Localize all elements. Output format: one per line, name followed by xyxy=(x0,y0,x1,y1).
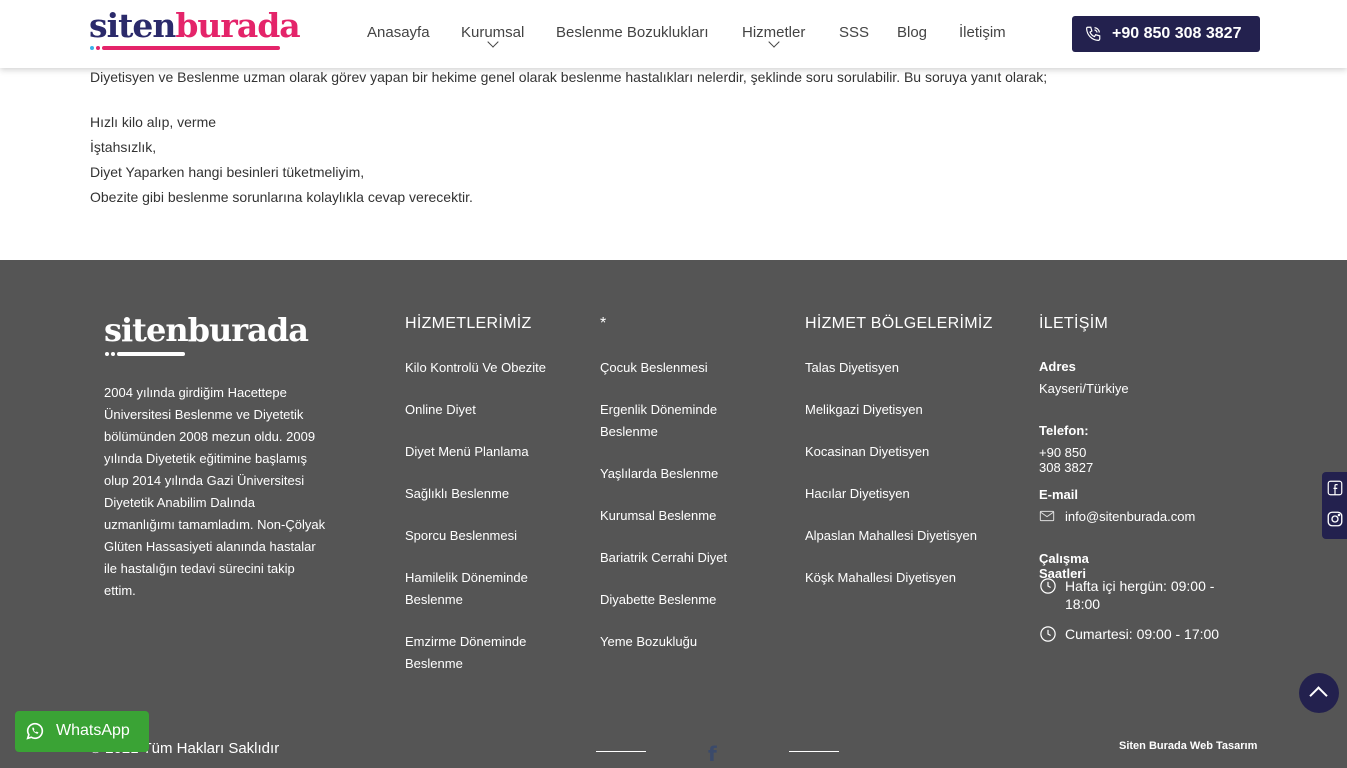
footer-link[interactable]: Sporcu Beslenmesi xyxy=(405,525,575,547)
footer-services-title: HİZMETLERİMİZ xyxy=(405,315,532,332)
footer-link[interactable]: Diyet Menü Planlama xyxy=(405,441,575,463)
email-label: E-mail xyxy=(1039,487,1079,502)
list-line: Obezite gibi beslenme sorunlarına kolayl… xyxy=(90,189,473,205)
footer-link[interactable]: Talas Diyetisyen xyxy=(805,357,1005,379)
instagram-icon[interactable] xyxy=(1326,510,1344,528)
footer-link[interactable]: Sağlıklı Beslenme xyxy=(405,483,575,505)
footer-link[interactable]: Online Diyet xyxy=(405,399,575,421)
footer-link[interactable]: Çocuk Beslenmesi xyxy=(600,357,770,379)
footer-link[interactable]: Köşk Mahallesi Diyetisyen xyxy=(805,567,1005,589)
site-header: sitenburada Anasayfa Kurumsal Beslenme B… xyxy=(0,0,1347,68)
list-line: İştahsızlık, xyxy=(90,139,157,155)
footer-contact-title: İLETİŞİM xyxy=(1039,315,1109,332)
nav-item-sss[interactable]: SSS xyxy=(839,24,869,41)
nav-item-anasayfa[interactable]: Anasayfa xyxy=(367,24,430,41)
scroll-to-top-button[interactable] xyxy=(1299,673,1339,713)
divider xyxy=(596,751,646,752)
footer-about: 2004 yılında girdiğim Hacettepe Üniversi… xyxy=(104,385,326,598)
site-logo[interactable]: sitenburada xyxy=(89,6,301,50)
nav-item-blog[interactable]: Blog xyxy=(897,24,927,41)
footer-link[interactable]: Kilo Kontrolü Ve Obezite xyxy=(405,357,575,379)
footer-regions-title: HİZMET BÖLGELERİMİZ xyxy=(805,315,993,332)
list-line: Diyet Yaparken hangi besinleri tüketmeli… xyxy=(90,164,365,180)
footer-email-link[interactable]: info@sitenburada.com xyxy=(1065,508,1245,526)
logo-underline xyxy=(89,46,289,50)
footer-services: HİZMETLERİMİZ Kilo Kontrolü Ve Obezite O… xyxy=(405,315,546,671)
whatsapp-label: WhatsApp xyxy=(56,722,130,739)
footer-link[interactable]: Emzirme Döneminde Beslenme xyxy=(405,631,545,675)
whatsapp-icon xyxy=(26,722,44,740)
list-line: Hızlı kilo alıp, verme xyxy=(90,114,217,130)
credit-link[interactable]: Siten Burada Web Tasarım xyxy=(1119,740,1257,752)
side-social-bar xyxy=(1322,472,1347,539)
nav-item-beslenme-bozukluklari[interactable]: Beslenme Bozuklukları xyxy=(556,24,709,41)
site-footer: sitenburada 2004 yılında girdiğim Hacett… xyxy=(0,260,1347,768)
footer-link[interactable]: Kocasinan Diyetisyen xyxy=(805,441,1005,463)
mail-icon xyxy=(1039,510,1055,522)
footer-phone-link[interactable]: +90 850 308 3827 xyxy=(1039,445,1108,475)
footer-services2-title: * xyxy=(600,315,607,332)
logo-part2: burada xyxy=(175,6,300,45)
phone-icon xyxy=(1086,26,1101,41)
footer-regions: HİZMET BÖLGELERİMİZ Talas Diyetisyen Mel… xyxy=(805,315,993,585)
facebook-icon[interactable]: f xyxy=(708,742,717,766)
phone-button[interactable]: +90 850 308 3827 xyxy=(1072,16,1260,52)
phone-button-label: +90 850 308 3827 xyxy=(1112,25,1242,42)
footer-link[interactable]: Yeme Bozukluğu xyxy=(600,631,770,653)
nav-item-hizmetler[interactable]: Hizmetler xyxy=(742,24,805,48)
logo-part1: siten xyxy=(89,6,176,45)
phone-label: Telefon: xyxy=(1039,423,1089,438)
clock-icon xyxy=(1040,578,1056,594)
footer-link[interactable]: Diyabette Beslenme xyxy=(600,589,770,611)
chevron-up-icon xyxy=(1309,686,1328,705)
facebook-icon[interactable] xyxy=(1326,479,1344,497)
footer-services-2: * Çocuk Beslenmesi Ergenlik Döneminde Be… xyxy=(600,315,727,649)
hours-saturday: Cumartesi: 09:00 - 17:00 xyxy=(1065,626,1220,642)
footer-link[interactable]: Alpaslan Mahallesi Diyetisyen xyxy=(805,525,1005,547)
nav-item-iletisim[interactable]: İletişim xyxy=(959,24,1006,41)
footer-link[interactable]: Melikgazi Diyetisyen xyxy=(805,399,1005,421)
whatsapp-button[interactable]: WhatsApp xyxy=(15,711,149,752)
footer-link[interactable]: Kurumsal Beslenme xyxy=(600,505,770,527)
footer-link[interactable]: Hacılar Diyetisyen xyxy=(805,483,1005,505)
footer-link[interactable]: Yaşlılarda Beslenme xyxy=(600,463,770,485)
footer-logo[interactable]: sitenburada xyxy=(104,312,309,356)
address-value: Kayseri/Türkiye xyxy=(1039,381,1129,396)
address-label: Adres xyxy=(1039,359,1076,374)
intro-paragraph: Diyetisyen ve Beslenme uzman olarak göre… xyxy=(90,69,1048,85)
divider xyxy=(789,751,839,752)
footer-contact: İLETİŞİM Adres Kayseri/Türkiye Telefon: … xyxy=(1039,315,1219,642)
footer-link[interactable]: Bariatrik Cerrahi Diyet xyxy=(600,547,770,569)
footer-link[interactable]: Ergenlik Döneminde Beslenme xyxy=(600,399,740,443)
footer-link[interactable]: Hamilelik Döneminde Beslenme xyxy=(405,567,545,611)
clock-icon xyxy=(1040,626,1056,642)
hours-weekday: Hafta içi hergün: 09:00 - 18:00 xyxy=(1065,578,1215,612)
nav-item-kurumsal[interactable]: Kurumsal xyxy=(461,24,524,48)
